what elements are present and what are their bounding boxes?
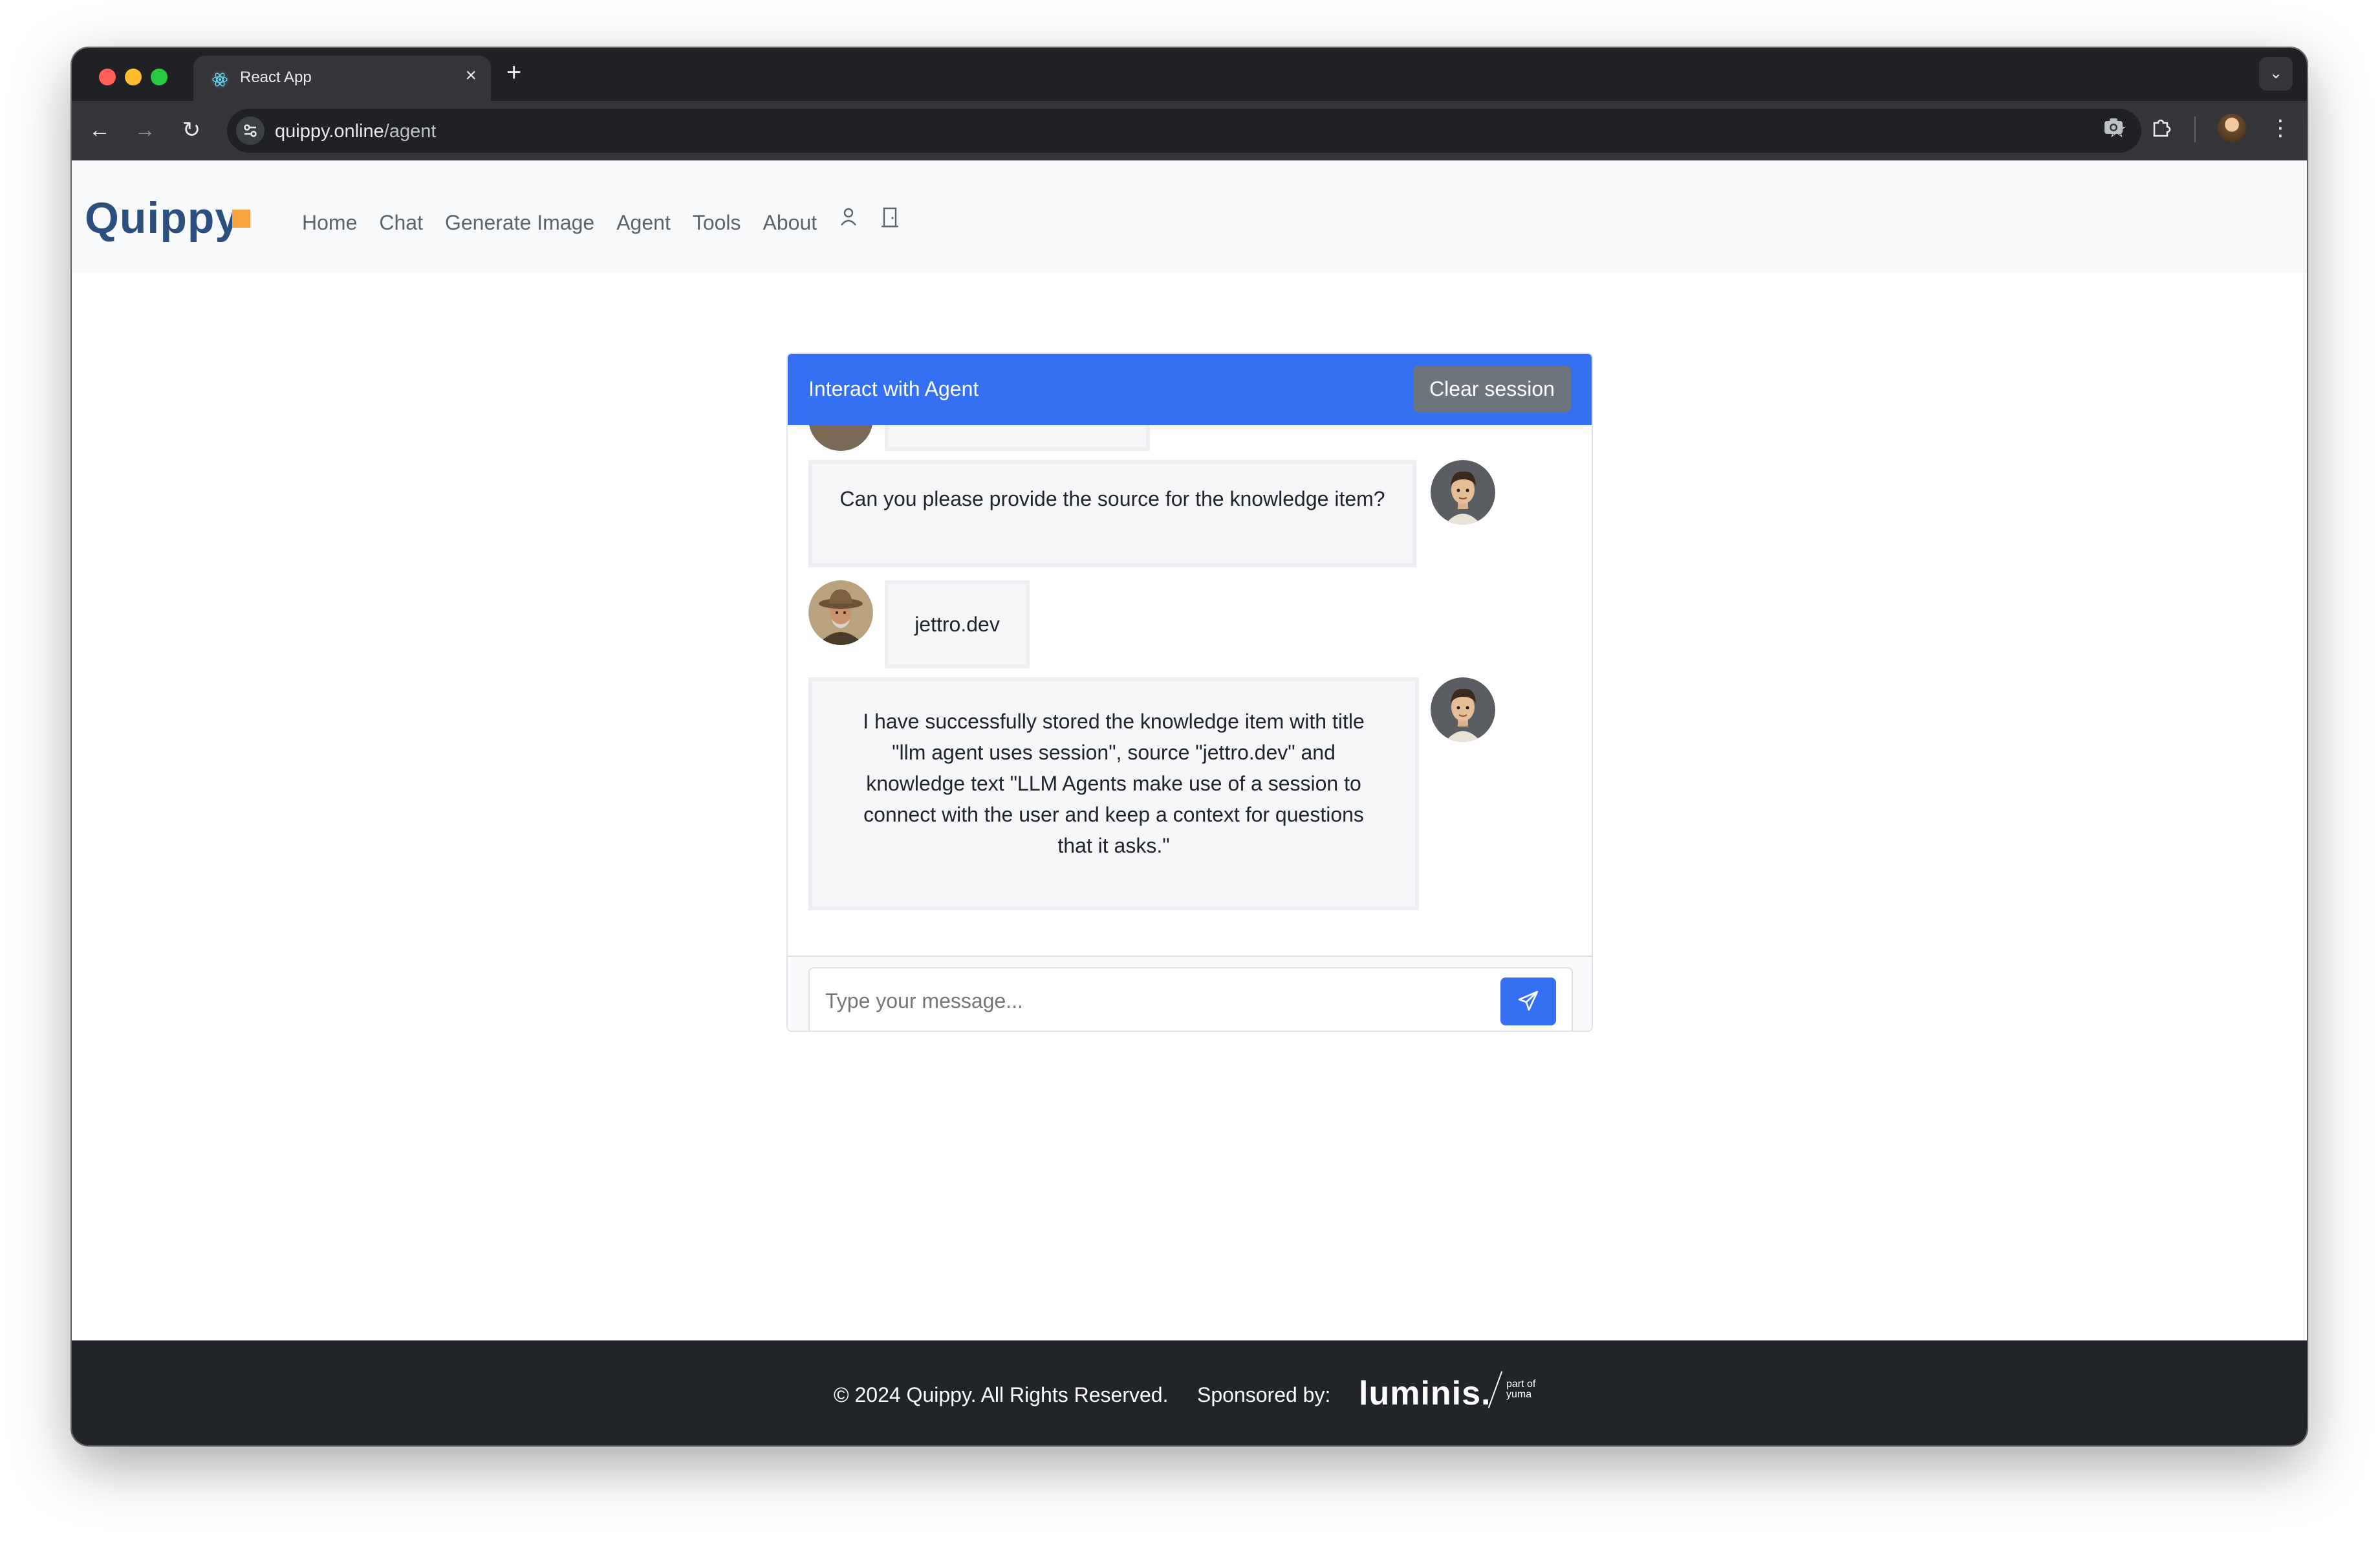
sponsored-label: Sponsored by: [1197, 1383, 1331, 1406]
page: Quippy Home Chat Generate Image Agent To… [72, 160, 2307, 1445]
user-avatar [808, 580, 873, 645]
url-text: quippy.online/agent [275, 121, 436, 142]
address-bar[interactable]: quippy.online/agent ☆ [227, 109, 2141, 153]
copyright-text: © 2024 Quippy. All Rights Reserved. [834, 1383, 1169, 1406]
site-settings-icon[interactable] [236, 116, 265, 145]
agent-avatar [1431, 460, 1495, 525]
tab-strip: React App × + ⌄ [72, 48, 2307, 101]
input-group-append [1486, 967, 1573, 1031]
url-path: /agent [384, 121, 437, 142]
message-input[interactable] [808, 967, 1488, 1031]
back-icon[interactable]: ← [83, 114, 116, 146]
url-host: quippy.online [275, 121, 384, 142]
browser-tab[interactable]: React App × [193, 56, 491, 101]
footer: © 2024 Quippy. All Rights Reserved. Spon… [72, 1340, 2307, 1445]
user-avatar [808, 425, 873, 451]
send-icon [1518, 990, 1539, 1011]
card-header: Interact with Agent Clear session [788, 354, 1592, 425]
navbar: Quippy Home Chat Generate Image Agent To… [72, 160, 2307, 273]
message-list[interactable]: Can you please provide the source for th… [788, 425, 1592, 956]
message-text: Can you please provide the source for th… [839, 487, 1385, 510]
minimize-window-button[interactable] [125, 69, 142, 85]
camera-icon[interactable] [2103, 115, 2125, 142]
browser-toolbar: ← → ↻ quippy.online/agent ☆ ⋮ [72, 101, 2307, 160]
forward-icon[interactable]: → [129, 114, 161, 146]
nav-home[interactable]: Home [302, 211, 357, 235]
more-menu-icon[interactable]: ⋮ [2269, 115, 2291, 141]
message-bubble-partial [885, 425, 1150, 451]
message-bubble-user: jettro.dev [885, 580, 1030, 668]
reload-icon[interactable]: ↻ [175, 114, 208, 146]
extensions-icon[interactable] [2150, 115, 2172, 142]
agent-card: Interact with Agent Clear session Can yo… [786, 353, 1593, 1032]
person-icon[interactable] [839, 206, 858, 233]
tab-title: React App [240, 69, 312, 86]
tab-search-icon[interactable]: ⌄ [2259, 57, 2293, 91]
door-icon[interactable] [880, 206, 900, 234]
maximize-window-button[interactable] [151, 69, 168, 85]
close-tab-icon[interactable]: × [465, 65, 477, 87]
nav-generate-image[interactable]: Generate Image [445, 211, 594, 235]
brand-logo[interactable]: Quippy [85, 193, 240, 243]
sponsor-logo[interactable]: luminis. [1359, 1374, 1491, 1413]
message-text: jettro.dev [914, 613, 1000, 636]
react-icon [211, 71, 229, 89]
sponsor-sub-logo: part of yuma [1506, 1379, 1536, 1400]
message-text: I have successfully stored the knowledge… [863, 710, 1365, 857]
message-bubble-agent: Can you please provide the source for th… [808, 460, 1416, 567]
send-button[interactable] [1500, 978, 1556, 1025]
nav-chat[interactable]: Chat [379, 211, 423, 235]
card-title: Interact with Agent [808, 377, 979, 400]
brand-square-icon [232, 210, 250, 228]
nav-tools[interactable]: Tools [693, 211, 741, 235]
nav-about[interactable]: About [763, 211, 817, 235]
close-window-button[interactable] [99, 69, 116, 85]
message-bubble-agent: I have successfully stored the knowledge… [808, 677, 1419, 910]
clear-session-button[interactable]: Clear session [1413, 366, 1571, 412]
nav-links: Home Chat Generate Image Agent Tools Abo… [302, 211, 839, 235]
toolbar-divider [2194, 116, 2196, 142]
input-bar [788, 956, 1592, 1031]
profile-avatar[interactable] [2218, 114, 2246, 142]
agent-avatar [1431, 677, 1495, 742]
new-tab-icon[interactable]: + [506, 58, 521, 87]
nav-agent[interactable]: Agent [616, 211, 671, 235]
browser-window: React App × + ⌄ ← → ↻ quippy.online/agen… [72, 48, 2307, 1445]
